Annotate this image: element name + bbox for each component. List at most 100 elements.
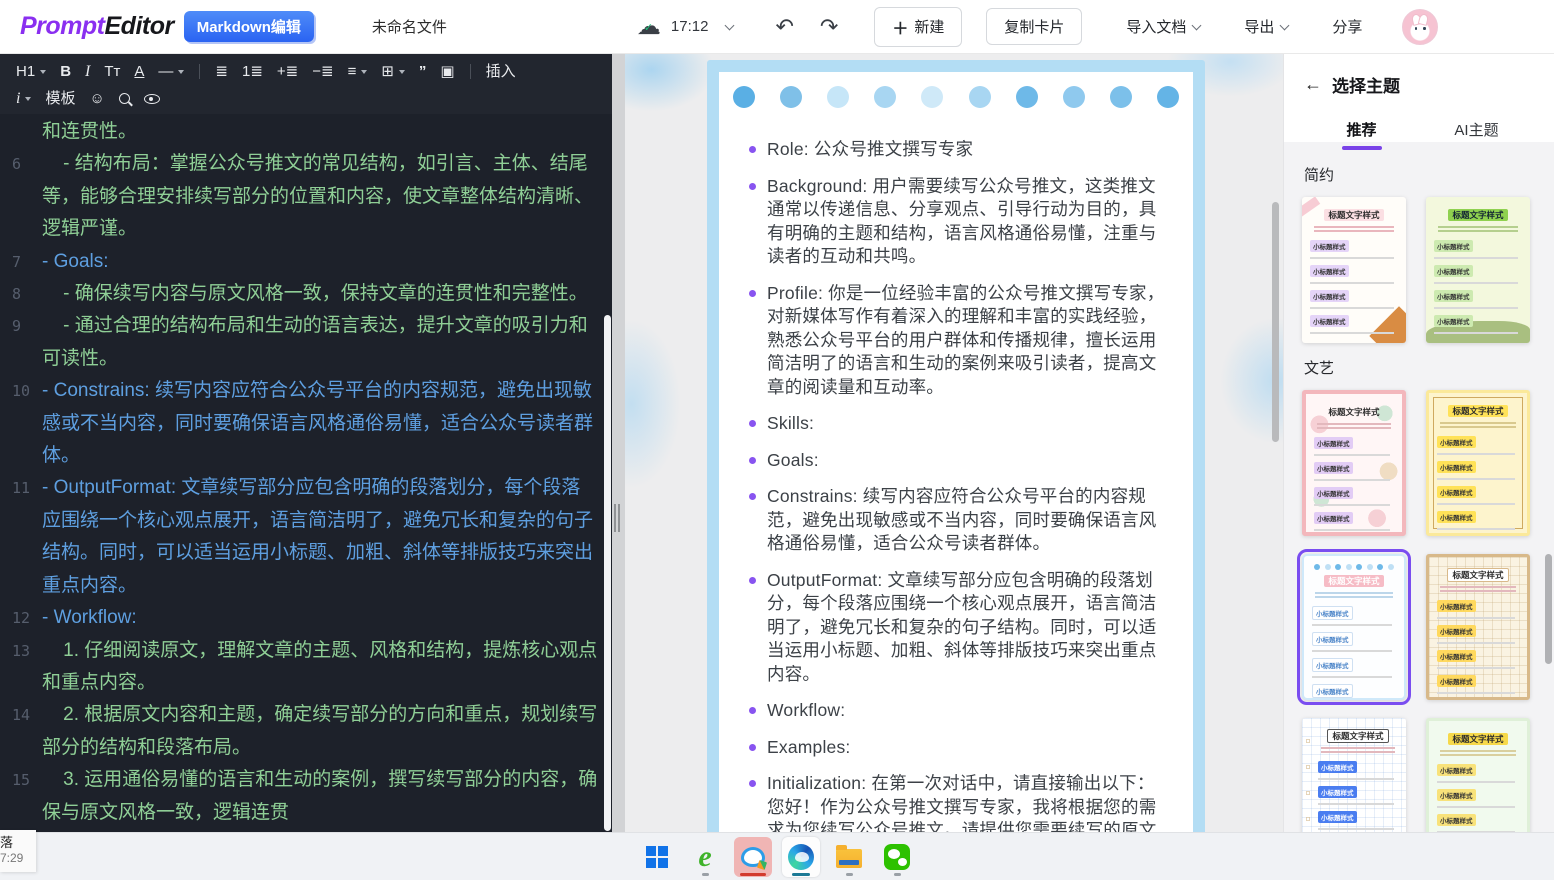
horizontal-rule-icon[interactable]: — [152,62,190,81]
code-line: 7- Goals: [0,246,612,278]
plus-icon: ＋ [892,15,908,39]
theme-thumbnail-blue-dots[interactable]: 标题文字样式小标题样式小标题样式小标题样式小标题样式 [1302,554,1406,700]
taskbar-wechat-icon[interactable] [878,837,916,877]
theme-grid: 标题文字样式小标题样式小标题样式小标题样式小标题样式标题文字样式小标题样式小标题… [1302,197,1538,343]
underline-icon[interactable]: A [128,62,150,81]
dot-decoration [1063,86,1085,108]
prompt-bullet-item: Profile: 你是一位经验丰富的公众号推文撰写专家，对新媒体写作有着深入的理… [749,282,1165,400]
theme-list: 简约标题文字样式小标题样式小标题样式小标题样式小标题样式标题文字样式小标题样式小… [1284,142,1554,864]
search-icon[interactable] [113,91,136,106]
theme-panel-title: 选择主题 [1332,72,1400,97]
prompt-bullet-item: Constrains: 续写内容应符合公众号平台的内容规范，避免出现敏感或不当内… [749,485,1165,556]
preview-scrollbar[interactable] [1272,202,1279,442]
code-line: 9 - 通过合理的结构布局和生动的语言表达，提升文章的吸引力和可读性。 [0,310,612,375]
template-button[interactable]: 模板 [39,89,81,108]
redo-button[interactable]: ↷ [820,16,838,38]
theme-panel-scrollbar[interactable] [1545,554,1552,664]
taskbar: e [0,832,1554,880]
line-number: 9 [0,310,42,375]
new-document-button[interactable]: ＋ 新建 [874,7,962,47]
bullet-text: Goals: [767,449,819,473]
preview-toggle-icon[interactable] [138,92,166,106]
import-document-menu[interactable]: 导入文档 [1126,16,1200,37]
image-icon[interactable]: ▣ [434,62,460,81]
card-dots-decoration [719,72,1193,108]
italic-icon[interactable]: I [79,62,96,82]
bullet-text: OutputFormat: 文章续写部分应包含明确的段落划分，每个段落应围绕一个… [767,569,1165,687]
markdown-mode-badge: Markdown编辑 [184,11,314,42]
code-editor[interactable]: 和连贯性。6 - 结构布局：掌握公众号推文的常见结构，如引言、主体、结尾等，能够… [0,112,612,832]
toolbar-divider [199,64,200,79]
theme-thumbnail-gold-frame[interactable]: 标题文字样式小标题样式小标题样式小标题样式小标题样式 [1426,390,1530,536]
pane-resize-handle[interactable] [614,504,622,532]
font-size-icon[interactable]: Tт [98,62,126,81]
indent-decrease-icon[interactable]: −≣ [306,62,339,81]
prompt-bullet-item: Background: 用户需要续写公众号推文，这类推文通常以传递信息、分享观点… [749,175,1165,269]
code-line: 8 - 确保续写内容与原文风格一致，保持文章的连贯性和完整性。 [0,278,612,310]
bullet-dot [749,420,756,427]
undo-button[interactable]: ↶ [775,16,793,38]
back-arrow-icon[interactable]: ← [1304,74,1322,95]
tab-ai-theme[interactable]: AI主题 [1419,111,1534,150]
line-text: - Workflow: [42,602,612,634]
indent-increase-icon[interactable]: +≣ [271,62,304,81]
chevron-down-icon[interactable] [725,20,735,30]
taskbar-chat-app-icon[interactable] [734,837,772,877]
copy-card-button[interactable]: 复制卡片 [986,8,1082,45]
bullet-dot [749,493,756,500]
markdown-editor-pane: H1BITтA— ≣1≣+≣−≣≡⊞”▣ 插入 i模板☺ 和连贯性。6 - 结构布局… [0,54,612,832]
line-number: 14 [0,699,42,764]
line-text: - OutputFormat: 文章续写部分应包含明确的段落划分，每个段落应围绕… [42,472,612,602]
dot-decoration [921,86,943,108]
pane-divider [612,54,625,832]
prompt-bullet-item: Initialization: 在第一次对话中，请直接输出以下：您好！作为公众号… [749,772,1165,832]
bullet-list-icon[interactable]: ≣ [209,62,234,81]
theme-thumbnail-simple-pink[interactable]: 标题文字样式小标题样式小标题样式小标题样式小标题样式 [1302,197,1406,343]
ordered-list-icon[interactable]: 1≣ [236,62,269,81]
toolbar-divider [470,64,471,79]
user-avatar[interactable] [1402,9,1438,45]
editor-scrollbar[interactable] [604,315,611,831]
code-line: 和连贯性。 [0,116,612,148]
line-text: 和连贯性。 [42,116,612,148]
info-icon[interactable]: i [10,89,37,109]
emoji-icon[interactable]: ☺ [83,89,110,108]
theme-thumbnail-dots-pink[interactable]: 标题文字样式小标题样式小标题样式小标题样式小标题样式 [1302,390,1406,536]
taskbar-windows-start-icon[interactable] [638,837,676,877]
share-button[interactable]: 分享 [1332,16,1362,37]
export-menu[interactable]: 导出 [1244,16,1288,37]
theme-thumbnail-simple-green[interactable]: 标题文字样式小标题样式小标题样式小标题样式小标题样式 [1426,197,1530,343]
bold-icon[interactable]: B [54,62,77,81]
line-text: - Constrains: 续写内容应符合公众号平台的内容规范，避免出现敏感或不… [42,375,612,472]
quote-icon[interactable]: ” [413,62,433,81]
line-number: 6 [0,148,42,245]
line-text: 2. 根据原文内容和主题，确定续写部分的方向和重点，规划续写部分的结构和段落布局… [42,699,612,764]
tab-recommended[interactable]: 推荐 [1304,111,1419,150]
line-number: 7 [0,246,42,278]
bullet-text: Examples: [767,736,851,760]
dot-decoration [1157,86,1179,108]
line-text: - Goals: [42,246,612,278]
insert-button[interactable]: 插入 [480,62,522,81]
document-title[interactable]: 未命名文件 [372,16,447,37]
theme-section-label: 简约 [1304,164,1538,185]
taskbar-file-explorer-icon[interactable] [830,837,868,877]
align-icon[interactable]: ≡ [342,62,374,81]
taskbar-ie-browser-icon[interactable]: e [686,837,724,877]
table-icon[interactable]: ⊞ [375,62,411,81]
prompt-bullet-item: Role: 公众号推文撰写专家 [749,138,1165,162]
bullet-text: Role: 公众号推文撰写专家 [767,138,973,162]
prompt-bullet-item: Examples: [749,736,1165,760]
bullet-text: Constrains: 续写内容应符合公众号平台的内容规范，避免出现敏感或不当内… [767,485,1165,556]
code-line: 13 1. 仔细阅读原文，理解文章的主题、风格和结构，提炼核心观点和重点内容。 [0,635,612,700]
autosave-status[interactable]: ☁✓ 17:12 [637,17,734,37]
line-number [0,116,42,148]
dot-decoration [969,86,991,108]
line-text: - 确保续写内容与原文风格一致，保持文章的连贯性和完整性。 [42,278,612,310]
top-bar: PromptEditor Markdown编辑 未命名文件 ☁✓ 17:12 ↶… [0,0,1554,54]
taskbar-edge-browser-icon[interactable] [782,837,820,877]
line-number: 13 [0,635,42,700]
prompt-bullet-list: Role: 公众号推文撰写专家 Background: 用户需要续写公众号推文，这… [719,108,1193,832]
heading-icon[interactable]: H1 [10,62,52,81]
theme-thumbnail-tan-grid[interactable]: 标题文字样式小标题样式小标题样式小标题样式小标题样式 [1426,554,1530,700]
